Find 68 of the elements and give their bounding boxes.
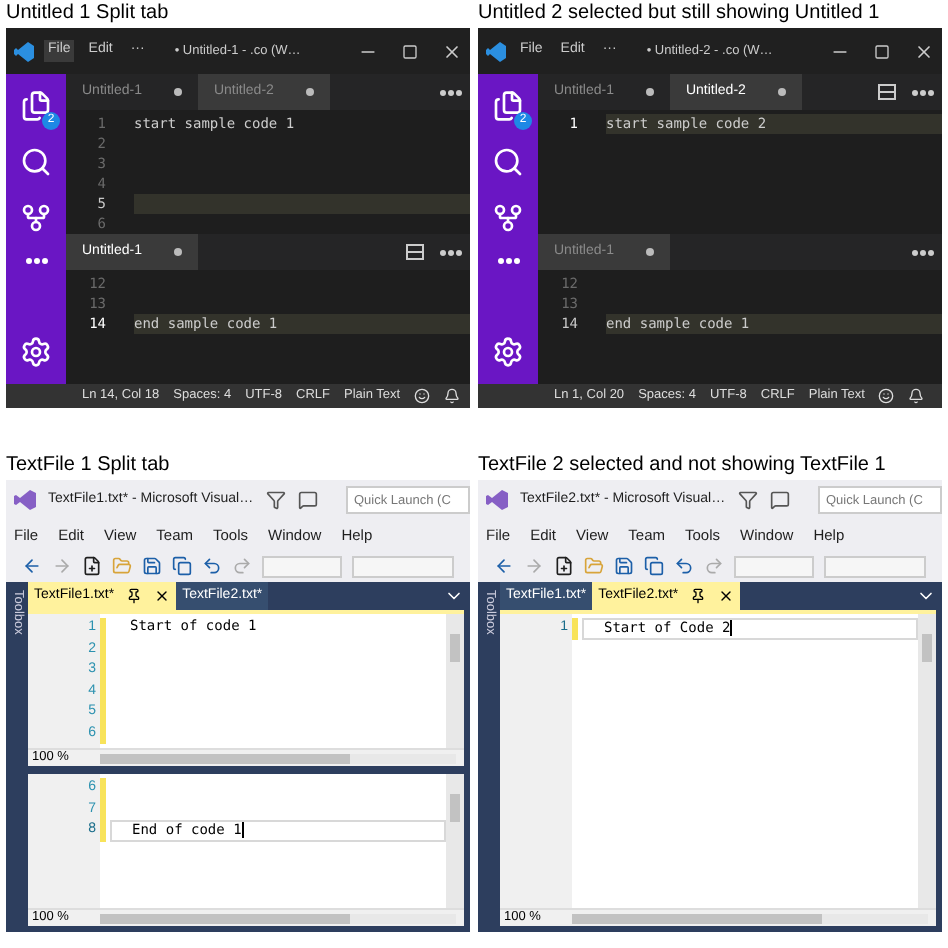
close-icon <box>914 41 934 61</box>
maximize-icon <box>874 43 890 59</box>
open-folder-icon <box>584 556 604 576</box>
pin-icon <box>690 588 707 604</box>
close-icon <box>154 588 171 604</box>
more-icon[interactable] <box>497 258 519 264</box>
settings-icon <box>20 336 52 368</box>
save-icon <box>142 556 162 576</box>
filter-icon <box>737 490 758 510</box>
settings-icon <box>492 336 524 368</box>
close-icon <box>718 588 735 604</box>
open-folder-icon <box>112 556 132 576</box>
configuration-dropdown[interactable] <box>734 555 814 577</box>
app-logo-icon <box>14 490 36 510</box>
filter-icon <box>265 490 286 510</box>
horizontal-scrollbar[interactable] <box>100 753 456 763</box>
vertical-scrollbar[interactable] <box>918 614 936 908</box>
split-editor-icon[interactable] <box>406 244 424 260</box>
vertical-scrollbar[interactable] <box>446 614 464 748</box>
more-actions-icon[interactable] <box>912 89 934 95</box>
redo-icon <box>704 556 724 576</box>
maximize-icon <box>402 43 418 59</box>
source-control-icon <box>20 202 52 234</box>
save-all-icon <box>644 556 664 576</box>
search-icon <box>20 146 52 178</box>
save-icon <box>614 556 634 576</box>
new-project-icon <box>82 556 102 576</box>
back-icon <box>22 556 42 576</box>
forward-icon <box>524 556 544 576</box>
more-actions-icon[interactable] <box>440 89 462 95</box>
caption: TextFile 2 selected and not showing TextFile 1 <box>478 452 888 480</box>
files-icon <box>492 90 524 122</box>
horizontal-scrollbar[interactable] <box>100 913 456 923</box>
undo-icon <box>202 556 222 576</box>
more-icon[interactable] <box>25 258 47 264</box>
close-icon <box>442 41 462 61</box>
caption: Untitled 1 Split tab <box>6 0 171 28</box>
pin-icon <box>126 588 143 604</box>
save-all-icon <box>172 556 192 576</box>
more-actions-icon[interactable] <box>440 249 462 255</box>
forward-icon <box>52 556 72 576</box>
new-project-icon <box>554 556 574 576</box>
smiley-icon <box>878 388 895 404</box>
platform-dropdown[interactable] <box>824 555 926 577</box>
bell-icon <box>444 388 461 404</box>
split-editor-icon[interactable] <box>878 84 896 100</box>
source-control-icon <box>492 202 524 234</box>
caption: Untitled 2 selected but still showing Untitled 1 <box>478 0 882 28</box>
caption: TextFile 1 Split tab <box>6 452 172 480</box>
files-icon <box>20 90 52 122</box>
text-cursor <box>730 620 733 637</box>
undo-icon <box>674 556 694 576</box>
app-logo-icon <box>486 490 508 510</box>
app-logo-icon <box>14 41 34 61</box>
redo-icon <box>232 556 252 576</box>
platform-dropdown[interactable] <box>352 555 454 577</box>
vertical-scrollbar[interactable] <box>446 774 464 908</box>
app-logo-icon <box>486 41 506 61</box>
more-actions-icon[interactable] <box>912 249 934 255</box>
bell-icon <box>908 388 925 404</box>
smiley-icon <box>414 388 431 404</box>
text-cursor <box>241 822 244 839</box>
back-icon <box>494 556 514 576</box>
configuration-dropdown[interactable] <box>262 555 342 577</box>
horizontal-scrollbar[interactable] <box>572 913 928 923</box>
feedback-icon <box>769 490 790 510</box>
search-icon <box>492 146 524 178</box>
feedback-icon <box>297 490 318 510</box>
